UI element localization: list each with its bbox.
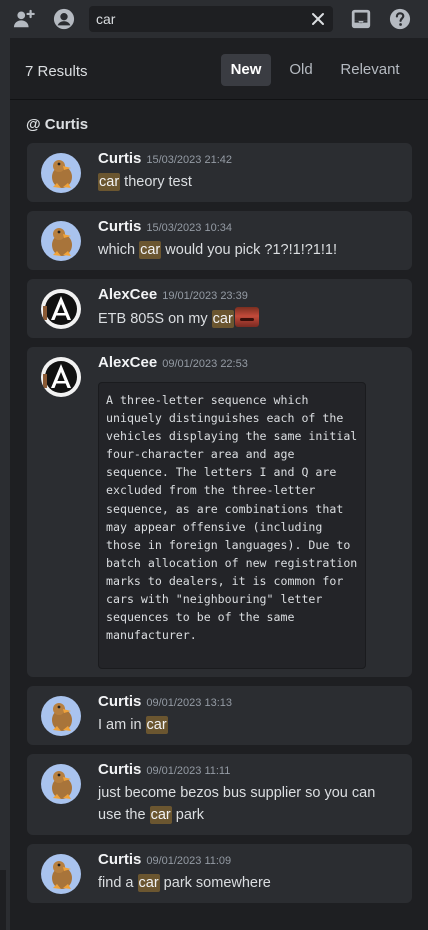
tab-new[interactable]: New [221,54,271,86]
top-bar [0,0,428,38]
channel-edge [0,38,10,930]
avatar[interactable] [41,764,81,804]
search-highlight: car [137,874,160,892]
user-panel-edge [0,870,6,930]
message-meta: AlexCee 19/01/2023 23:39 [98,286,248,304]
search-highlight: car [149,806,172,824]
search-input[interactable] [96,11,296,27]
author-name[interactable]: Curtis [98,150,141,167]
text-after: would you pick ?1?!1!?1!1! [161,242,337,258]
search-box[interactable] [89,6,333,32]
text-after: theory test [120,174,192,190]
text-before: which [98,242,140,258]
message-content: ETB 805S on my car [98,307,398,330]
search-highlight: car [98,173,121,191]
message-meta: Curtis 09/01/2023 13:13 [98,693,232,711]
text-after: park [171,807,204,823]
message-meta: Curtis 15/03/2023 21:42 [98,150,232,168]
search-result[interactable]: Curtis 15/03/2023 21:42 car theory test [27,143,412,202]
avatar[interactable] [41,221,81,261]
search-highlight: car [211,310,234,328]
avatar[interactable] [41,696,81,736]
search-result[interactable]: AlexCee 09/01/2023 22:53 A three-letter s… [27,347,412,677]
code-block: A three-letter sequence which uniquely d… [98,382,366,669]
search-result[interactable]: AlexCee 19/01/2023 23:39 ETB 805S on my c… [27,279,412,338]
author-name[interactable]: Curtis [98,851,141,868]
message-meta: Curtis 09/01/2023 11:09 [98,851,231,869]
search-results-panel: 7 Results New Old Relevant @ Curtis Curt… [10,38,428,930]
timestamp: 09/01/2023 13:13 [146,697,232,709]
text-before: find a [98,875,138,891]
channel-title: @ Curtis [26,116,89,133]
message-content: I am in car [98,714,398,736]
search-result[interactable]: Curtis 15/03/2023 10:34 which car would y… [27,211,412,270]
search-result[interactable]: Curtis 09/01/2023 13:13 I am in car [27,686,412,745]
message-meta: Curtis 09/01/2023 11:11 [98,761,230,779]
user-profile-icon[interactable] [53,8,75,30]
timestamp: 15/03/2023 10:34 [146,222,232,234]
avatar[interactable] [41,153,81,193]
text-before: just become bezos bus supplier so you ca… [98,785,376,823]
avatar[interactable] [41,854,81,894]
inbox-icon[interactable] [350,8,372,30]
text-before: ETB 805S on my [98,311,212,327]
timestamp: 09/01/2023 11:11 [146,765,231,777]
avatar[interactable] [41,357,81,397]
author-name[interactable]: AlexCee [98,354,157,371]
message-content: which car would you pick ?1?!1!?1!1! [98,239,398,261]
search-highlight: car [139,241,162,259]
search-highlight: car [145,716,168,734]
author-name[interactable]: Curtis [98,218,141,235]
close-icon[interactable] [309,10,327,28]
timestamp: 09/01/2023 22:53 [162,358,248,370]
tab-relevant[interactable]: Relevant [332,54,408,86]
text-after: park somewhere [159,875,271,891]
tab-old[interactable]: Old [281,54,321,86]
timestamp: 19/01/2023 23:39 [162,290,248,302]
message-content: find a car park somewhere [98,872,398,894]
message-content: car theory test [98,171,398,193]
avatar[interactable] [41,289,81,329]
message-meta: Curtis 15/03/2023 10:34 [98,218,232,236]
search-result[interactable]: Curtis 09/01/2023 11:09 find a car park s… [27,844,412,903]
help-icon[interactable] [389,8,411,30]
message-meta: AlexCee 09/01/2023 22:53 [98,354,248,372]
message-content: just become bezos bus supplier so you ca… [98,782,398,826]
author-name[interactable]: AlexCee [98,286,157,303]
author-name[interactable]: Curtis [98,693,141,710]
timestamp: 09/01/2023 11:09 [146,855,232,867]
results-list: @ Curtis Curtis 15/03/2023 21:42 car theo… [10,100,428,930]
add-friend-icon[interactable] [13,8,35,30]
search-result[interactable]: Curtis 09/01/2023 11:11 just become bezos… [27,754,412,835]
face-emoji [234,307,259,327]
results-header: 7 Results New Old Relevant [10,38,428,100]
author-name[interactable]: Curtis [98,761,141,778]
timestamp: 15/03/2023 21:42 [146,154,232,166]
text-before: I am in [98,717,146,733]
results-count: 7 Results [25,63,88,80]
